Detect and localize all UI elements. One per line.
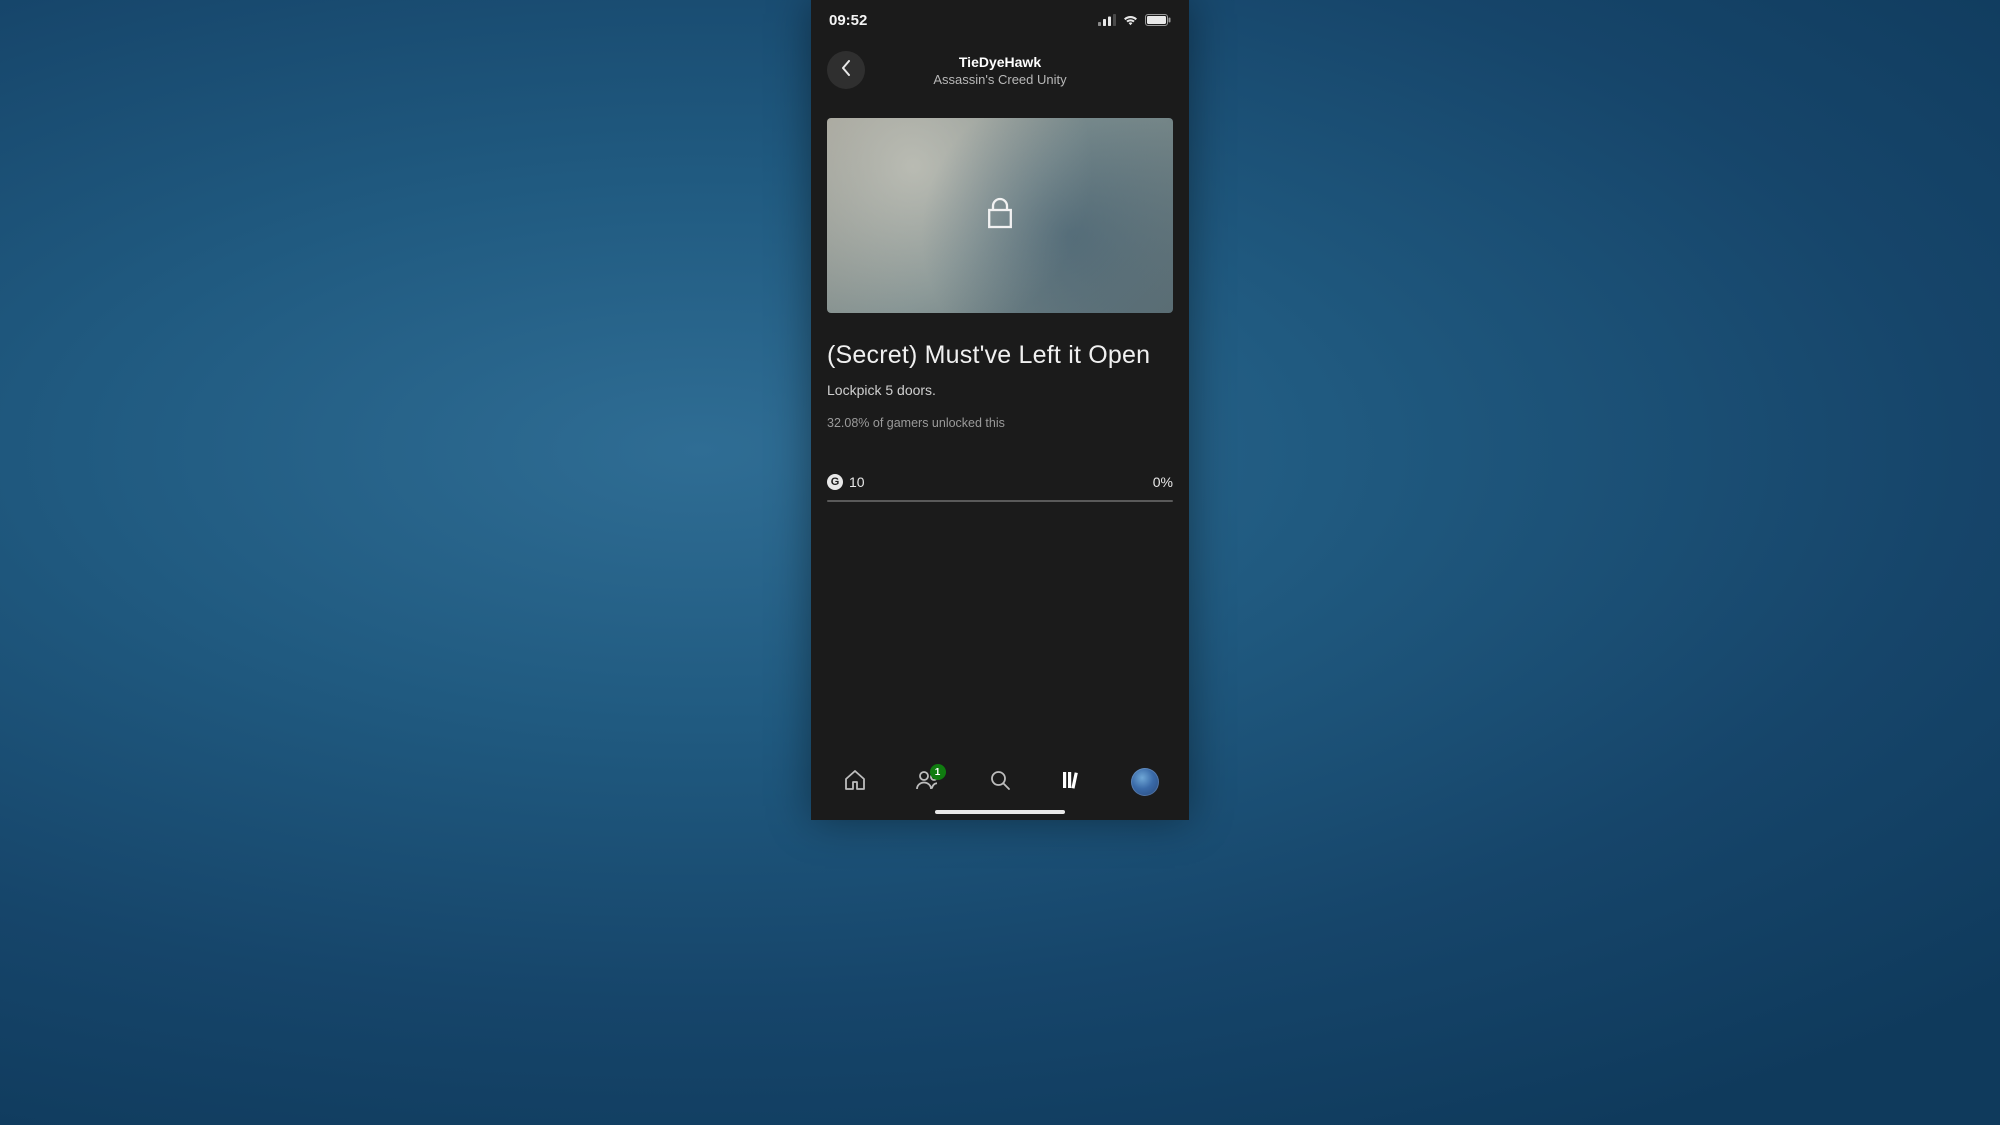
chevron-left-icon xyxy=(841,60,851,81)
achievement-image-locked xyxy=(827,118,1173,313)
battery-icon xyxy=(1145,14,1171,26)
gamerscore-icon: G xyxy=(827,474,843,490)
lock-icon xyxy=(986,196,1014,235)
achievement-rarity: 32.08% of gamers unlocked this xyxy=(827,416,1173,430)
nav-social[interactable]: 1 xyxy=(906,760,950,804)
achievement-progress-percent: 0% xyxy=(1153,474,1173,490)
wifi-icon xyxy=(1122,14,1139,26)
nav-home[interactable] xyxy=(833,760,877,804)
home-icon xyxy=(843,768,867,797)
nav-library[interactable] xyxy=(1050,760,1094,804)
achievement-title: (Secret) Must've Left it Open xyxy=(827,341,1173,370)
search-icon xyxy=(989,769,1011,796)
gamerscore-value: 10 xyxy=(849,474,865,490)
back-button[interactable] xyxy=(827,51,865,89)
achievement-progress-bar xyxy=(827,500,1173,502)
status-right xyxy=(1098,14,1171,26)
header-game-title: Assassin's Creed Unity xyxy=(933,72,1066,87)
avatar xyxy=(1131,768,1159,796)
page-header: TieDyeHawk Assassin's Creed Unity xyxy=(811,40,1189,100)
nav-search[interactable] xyxy=(978,760,1022,804)
status-time: 09:52 xyxy=(829,12,867,29)
header-gamertag: TieDyeHawk xyxy=(959,54,1041,70)
library-icon xyxy=(1061,769,1083,796)
gamerscore: G 10 xyxy=(827,474,865,490)
achievement-description: Lockpick 5 doors. xyxy=(827,382,1173,398)
nav-social-badge: 1 xyxy=(930,764,946,780)
phone-frame: 09:52 xyxy=(811,0,1189,820)
achievement-detail: (Secret) Must've Left it Open Lockpick 5… xyxy=(811,100,1189,750)
status-bar: 09:52 xyxy=(811,0,1189,40)
achievement-score-row: G 10 0% xyxy=(827,474,1173,490)
home-indicator[interactable] xyxy=(935,810,1065,814)
cellular-icon xyxy=(1098,14,1116,26)
nav-profile[interactable] xyxy=(1123,760,1167,804)
